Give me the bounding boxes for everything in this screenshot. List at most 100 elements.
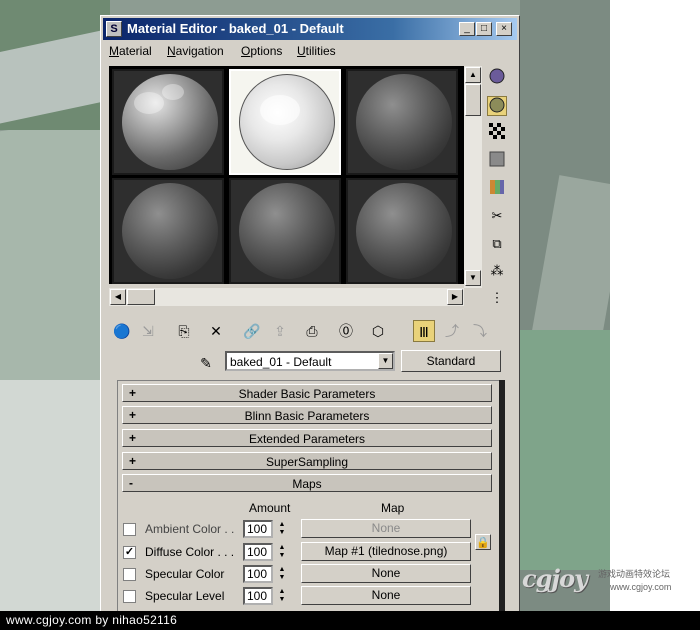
options-icon[interactable]: ⧉ [487,234,507,254]
menu-utilities-mnemonic: U [297,44,306,58]
menu-material-mnemonic: M [109,44,119,58]
map-button[interactable]: None [301,519,471,538]
maximize-button[interactable]: □ [476,22,492,36]
sample-slot-1[interactable] [112,69,224,175]
menu-options-label: ptions [250,44,283,58]
map-button[interactable]: None [301,564,471,583]
amount-spinner[interactable]: 100 [243,587,273,605]
select-by-material-icon[interactable]: ⁂ [487,261,507,281]
chevron-down-icon[interactable]: ▼ [378,353,393,369]
rollout-shader-basic-parameters[interactable]: + Shader Basic Parameters [122,384,492,402]
map-enable-checkbox[interactable] [123,568,136,581]
viewport-shape-right-green [520,330,610,570]
sample-slot-4[interactable] [112,178,224,284]
amount-spinner[interactable]: 100 [243,565,273,583]
show-map-in-viewport-icon[interactable]: ⬡ [367,320,389,342]
map-enable-checkbox[interactable] [123,523,136,536]
sample-slot-2-active[interactable] [229,69,341,175]
show-end-result-icon[interactable]: Ⅲ [413,320,435,342]
map-enable-checkbox[interactable]: ✓ [123,546,136,559]
map-channel-name: Diffuse Color . . . [145,545,235,559]
rollout-blinn-basic-parameters[interactable]: + Blinn Basic Parameters [122,406,492,424]
menu-options-mnemonic: O [241,44,251,58]
reset-map-icon[interactable]: ✕ [205,320,227,342]
background-checker-icon[interactable] [487,123,507,143]
material-sphere [122,183,218,279]
scroll-thumb[interactable] [465,84,481,116]
scroll-right-icon[interactable]: ▶ [447,289,463,305]
scroll-up-icon[interactable]: ▲ [465,67,481,83]
sample-slot-6[interactable] [346,178,458,284]
pick-material-eyedropper-icon[interactable]: ✎ [197,354,215,372]
amount-spinner[interactable]: 100 [243,520,273,538]
menu-utilities[interactable]: Utilities [297,44,336,58]
rollout-title: Shader Basic Parameters [238,387,376,401]
make-copy-icon[interactable]: 🔗 [241,320,263,342]
map-row-specular-color: Specular Color 100 ▲ ▼ None [123,564,503,584]
scroll-left-icon[interactable]: ◀ [110,289,126,305]
material-toolbar: 🔵 ⇲ ⎘ ✕ 🔗 ⇪ ⎙ ⓪ ⬡ Ⅲ ⤴ ⤵ [107,318,507,344]
amount-spinner[interactable]: 100 [243,543,273,561]
map-button[interactable]: None [301,586,471,605]
spinner-arrows-icon[interactable]: ▲ ▼ [277,544,287,560]
close-button[interactable]: × [496,22,512,36]
lock-icon[interactable]: 🔒 [475,534,491,550]
scroll-thumb[interactable] [127,289,155,305]
watermark-url: www.cgjoy.com [610,582,672,592]
menu-utilities-label: tilities [305,44,336,58]
material-map-navigator-icon[interactable]: ⋮ [487,288,507,308]
video-color-check-icon[interactable] [487,179,507,199]
map-column-header: Map [381,501,405,515]
menu-bar: Material Navigation Options Utilities [103,41,517,61]
rollout-supersampling[interactable]: + SuperSampling [122,452,492,470]
scroll-down-icon[interactable]: ▼ [465,270,481,286]
sample-slots [109,66,464,284]
sample-slot-3[interactable] [346,69,458,175]
get-material-icon[interactable]: 🔵 [111,320,133,342]
sample-uv-tiling-icon[interactable] [487,151,507,171]
material-name-value: baked_01 - Default [230,355,332,369]
watermark-slogan: 游戏动画特效论坛 [598,569,671,579]
material-type-button[interactable]: Standard [401,350,501,372]
map-row-ambient-color: Ambient Color . . 100 ▲ ▼ None [123,519,503,539]
material-effects-channel-icon[interactable]: ⓪ [335,320,357,342]
watermark-logo: cgjoy [522,564,588,593]
material-sphere [239,183,335,279]
go-forward-to-sibling-icon[interactable]: ⤵ [469,320,491,342]
make-unique-icon[interactable]: ⇪ [269,320,291,342]
map-button[interactable]: Map #1 (tilednose.png) [301,542,471,561]
material-sphere [122,74,218,170]
spinner-arrows-icon[interactable]: ▲ ▼ [277,566,287,582]
map-channel-name: Ambient Color . . [145,522,235,536]
slots-horizontal-scrollbar[interactable]: ◀ ▶ [109,288,464,306]
map-row-specular-level: Specular Level 100 ▲ ▼ None [123,586,503,606]
slots-vertical-scrollbar[interactable]: ▲ ▼ [464,66,482,288]
rollout-maps[interactable]: - Maps [122,474,492,492]
menu-material[interactable]: Material [109,44,152,58]
sample-slot-5[interactable] [229,178,341,284]
material-sphere [356,183,452,279]
spinner-arrows-icon[interactable]: ▲ ▼ [277,521,287,537]
rollout-title: SuperSampling [265,455,349,469]
material-sphere [356,74,452,170]
sample-type-icon[interactable] [487,68,507,88]
amount-column-header: Amount [249,501,291,515]
map-enable-checkbox[interactable] [123,590,136,603]
rollout-extended-parameters[interactable]: + Extended Parameters [122,429,492,447]
title-bar[interactable]: S Material Editor - baked_01 - Default _… [103,18,517,40]
menu-options[interactable]: Options [241,44,282,58]
rollout-title: Maps [292,477,322,491]
put-to-scene-icon[interactable]: ⇲ [137,320,159,342]
put-to-library-icon[interactable]: ⎙ [301,320,323,342]
map-channel-name: Specular Level [145,589,225,603]
material-name-dropdown[interactable]: baked_01 - Default ▼ [225,351,395,371]
go-to-parent-icon[interactable]: ⤴ [441,320,463,342]
assign-to-selection-icon[interactable]: ⎘ [173,320,195,342]
menu-navigation[interactable]: Navigation [167,44,224,58]
backlight-icon[interactable] [487,96,507,116]
spinner-arrows-icon[interactable]: ▲ ▼ [277,588,287,604]
make-preview-icon[interactable]: ✂ [487,206,507,226]
minimize-button[interactable]: _ [459,22,475,36]
map-row-diffuse-color: ✓ Diffuse Color . . . 100 ▲ ▼ Map #1 (til… [123,542,503,562]
rollout-title: Extended Parameters [248,432,366,446]
